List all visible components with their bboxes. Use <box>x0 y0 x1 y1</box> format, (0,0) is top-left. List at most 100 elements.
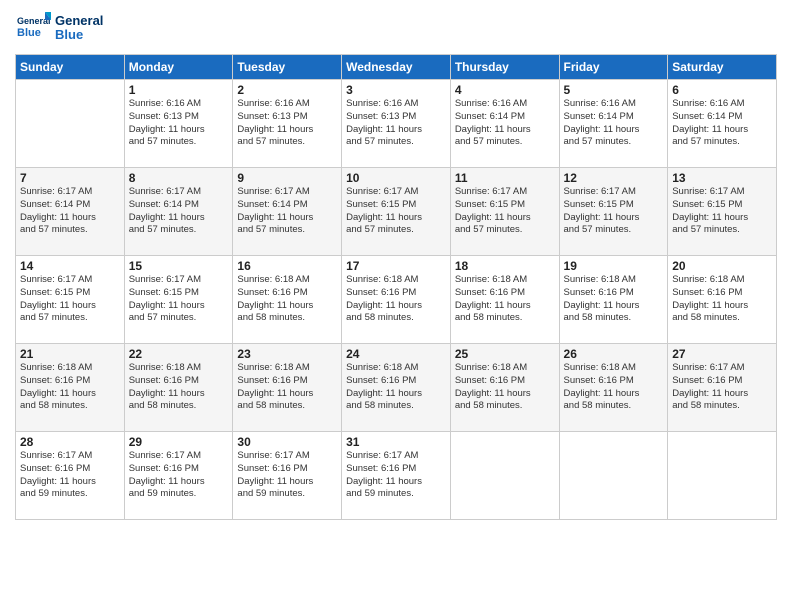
day-info: Sunrise: 6:18 AM Sunset: 6:16 PM Dayligh… <box>346 362 446 413</box>
calendar-cell: 13Sunrise: 6:17 AM Sunset: 6:15 PM Dayli… <box>668 168 777 256</box>
calendar-cell: 5Sunrise: 6:16 AM Sunset: 6:14 PM Daylig… <box>559 80 668 168</box>
logo-svg: General Blue <box>15 10 51 46</box>
day-number: 15 <box>129 259 229 273</box>
day-number: 28 <box>20 435 120 449</box>
day-number: 21 <box>20 347 120 361</box>
calendar-day-header: Sunday <box>16 55 125 80</box>
calendar-cell: 6Sunrise: 6:16 AM Sunset: 6:14 PM Daylig… <box>668 80 777 168</box>
calendar-cell: 19Sunrise: 6:18 AM Sunset: 6:16 PM Dayli… <box>559 256 668 344</box>
day-number: 27 <box>672 347 772 361</box>
day-number: 8 <box>129 171 229 185</box>
day-info: Sunrise: 6:17 AM Sunset: 6:16 PM Dayligh… <box>237 450 337 501</box>
day-number: 1 <box>129 83 229 97</box>
calendar-cell <box>450 432 559 520</box>
calendar-day-header: Wednesday <box>342 55 451 80</box>
day-number: 17 <box>346 259 446 273</box>
calendar-week-row: 1Sunrise: 6:16 AM Sunset: 6:13 PM Daylig… <box>16 80 777 168</box>
day-info: Sunrise: 6:18 AM Sunset: 6:16 PM Dayligh… <box>237 362 337 413</box>
calendar-cell <box>668 432 777 520</box>
day-info: Sunrise: 6:17 AM Sunset: 6:16 PM Dayligh… <box>129 450 229 501</box>
calendar-cell: 30Sunrise: 6:17 AM Sunset: 6:16 PM Dayli… <box>233 432 342 520</box>
calendar-cell: 2Sunrise: 6:16 AM Sunset: 6:13 PM Daylig… <box>233 80 342 168</box>
day-info: Sunrise: 6:18 AM Sunset: 6:16 PM Dayligh… <box>129 362 229 413</box>
calendar-cell <box>16 80 125 168</box>
calendar-day-header: Saturday <box>668 55 777 80</box>
day-info: Sunrise: 6:18 AM Sunset: 6:16 PM Dayligh… <box>455 362 555 413</box>
calendar-cell: 22Sunrise: 6:18 AM Sunset: 6:16 PM Dayli… <box>124 344 233 432</box>
day-number: 16 <box>237 259 337 273</box>
logo-general: General <box>55 14 103 28</box>
day-number: 10 <box>346 171 446 185</box>
day-number: 22 <box>129 347 229 361</box>
calendar-cell: 4Sunrise: 6:16 AM Sunset: 6:14 PM Daylig… <box>450 80 559 168</box>
day-number: 20 <box>672 259 772 273</box>
calendar-cell: 27Sunrise: 6:17 AM Sunset: 6:16 PM Dayli… <box>668 344 777 432</box>
day-info: Sunrise: 6:17 AM Sunset: 6:16 PM Dayligh… <box>346 450 446 501</box>
day-info: Sunrise: 6:17 AM Sunset: 6:16 PM Dayligh… <box>20 450 120 501</box>
day-number: 12 <box>564 171 664 185</box>
day-number: 4 <box>455 83 555 97</box>
day-info: Sunrise: 6:18 AM Sunset: 6:16 PM Dayligh… <box>672 274 772 325</box>
day-info: Sunrise: 6:18 AM Sunset: 6:16 PM Dayligh… <box>346 274 446 325</box>
calendar-cell: 7Sunrise: 6:17 AM Sunset: 6:14 PM Daylig… <box>16 168 125 256</box>
calendar-cell: 16Sunrise: 6:18 AM Sunset: 6:16 PM Dayli… <box>233 256 342 344</box>
calendar-cell: 15Sunrise: 6:17 AM Sunset: 6:15 PM Dayli… <box>124 256 233 344</box>
calendar-cell: 18Sunrise: 6:18 AM Sunset: 6:16 PM Dayli… <box>450 256 559 344</box>
calendar-week-row: 14Sunrise: 6:17 AM Sunset: 6:15 PM Dayli… <box>16 256 777 344</box>
day-number: 31 <box>346 435 446 449</box>
calendar-cell: 23Sunrise: 6:18 AM Sunset: 6:16 PM Dayli… <box>233 344 342 432</box>
day-info: Sunrise: 6:16 AM Sunset: 6:13 PM Dayligh… <box>129 98 229 149</box>
calendar-cell: 3Sunrise: 6:16 AM Sunset: 6:13 PM Daylig… <box>342 80 451 168</box>
page: General Blue General Blue SundayMondayTu… <box>0 0 792 612</box>
day-info: Sunrise: 6:17 AM Sunset: 6:14 PM Dayligh… <box>129 186 229 237</box>
calendar-day-header: Monday <box>124 55 233 80</box>
calendar: SundayMondayTuesdayWednesdayThursdayFrid… <box>15 54 777 520</box>
calendar-cell: 12Sunrise: 6:17 AM Sunset: 6:15 PM Dayli… <box>559 168 668 256</box>
svg-text:Blue: Blue <box>17 27 41 39</box>
calendar-cell: 29Sunrise: 6:17 AM Sunset: 6:16 PM Dayli… <box>124 432 233 520</box>
day-info: Sunrise: 6:18 AM Sunset: 6:16 PM Dayligh… <box>455 274 555 325</box>
calendar-cell: 14Sunrise: 6:17 AM Sunset: 6:15 PM Dayli… <box>16 256 125 344</box>
header: General Blue General Blue <box>15 10 777 46</box>
day-info: Sunrise: 6:17 AM Sunset: 6:14 PM Dayligh… <box>237 186 337 237</box>
calendar-cell: 11Sunrise: 6:17 AM Sunset: 6:15 PM Dayli… <box>450 168 559 256</box>
day-number: 7 <box>20 171 120 185</box>
calendar-cell: 8Sunrise: 6:17 AM Sunset: 6:14 PM Daylig… <box>124 168 233 256</box>
day-info: Sunrise: 6:18 AM Sunset: 6:16 PM Dayligh… <box>237 274 337 325</box>
day-number: 9 <box>237 171 337 185</box>
calendar-cell: 26Sunrise: 6:18 AM Sunset: 6:16 PM Dayli… <box>559 344 668 432</box>
day-number: 24 <box>346 347 446 361</box>
day-info: Sunrise: 6:18 AM Sunset: 6:16 PM Dayligh… <box>564 274 664 325</box>
calendar-cell: 25Sunrise: 6:18 AM Sunset: 6:16 PM Dayli… <box>450 344 559 432</box>
day-info: Sunrise: 6:18 AM Sunset: 6:16 PM Dayligh… <box>564 362 664 413</box>
day-info: Sunrise: 6:16 AM Sunset: 6:14 PM Dayligh… <box>672 98 772 149</box>
day-number: 19 <box>564 259 664 273</box>
day-number: 13 <box>672 171 772 185</box>
day-info: Sunrise: 6:17 AM Sunset: 6:15 PM Dayligh… <box>346 186 446 237</box>
calendar-week-row: 21Sunrise: 6:18 AM Sunset: 6:16 PM Dayli… <box>16 344 777 432</box>
day-info: Sunrise: 6:16 AM Sunset: 6:13 PM Dayligh… <box>237 98 337 149</box>
calendar-cell <box>559 432 668 520</box>
calendar-week-row: 28Sunrise: 6:17 AM Sunset: 6:16 PM Dayli… <box>16 432 777 520</box>
day-number: 29 <box>129 435 229 449</box>
day-info: Sunrise: 6:17 AM Sunset: 6:15 PM Dayligh… <box>129 274 229 325</box>
day-number: 23 <box>237 347 337 361</box>
calendar-cell: 31Sunrise: 6:17 AM Sunset: 6:16 PM Dayli… <box>342 432 451 520</box>
day-number: 2 <box>237 83 337 97</box>
day-info: Sunrise: 6:16 AM Sunset: 6:14 PM Dayligh… <box>455 98 555 149</box>
day-info: Sunrise: 6:17 AM Sunset: 6:15 PM Dayligh… <box>564 186 664 237</box>
day-number: 26 <box>564 347 664 361</box>
calendar-day-header: Friday <box>559 55 668 80</box>
day-number: 3 <box>346 83 446 97</box>
calendar-header-row: SundayMondayTuesdayWednesdayThursdayFrid… <box>16 55 777 80</box>
day-info: Sunrise: 6:17 AM Sunset: 6:14 PM Dayligh… <box>20 186 120 237</box>
day-number: 18 <box>455 259 555 273</box>
calendar-cell: 9Sunrise: 6:17 AM Sunset: 6:14 PM Daylig… <box>233 168 342 256</box>
day-info: Sunrise: 6:18 AM Sunset: 6:16 PM Dayligh… <box>20 362 120 413</box>
calendar-cell: 17Sunrise: 6:18 AM Sunset: 6:16 PM Dayli… <box>342 256 451 344</box>
calendar-cell: 24Sunrise: 6:18 AM Sunset: 6:16 PM Dayli… <box>342 344 451 432</box>
day-number: 6 <box>672 83 772 97</box>
calendar-day-header: Tuesday <box>233 55 342 80</box>
calendar-day-header: Thursday <box>450 55 559 80</box>
logo: General Blue General Blue <box>15 10 103 46</box>
